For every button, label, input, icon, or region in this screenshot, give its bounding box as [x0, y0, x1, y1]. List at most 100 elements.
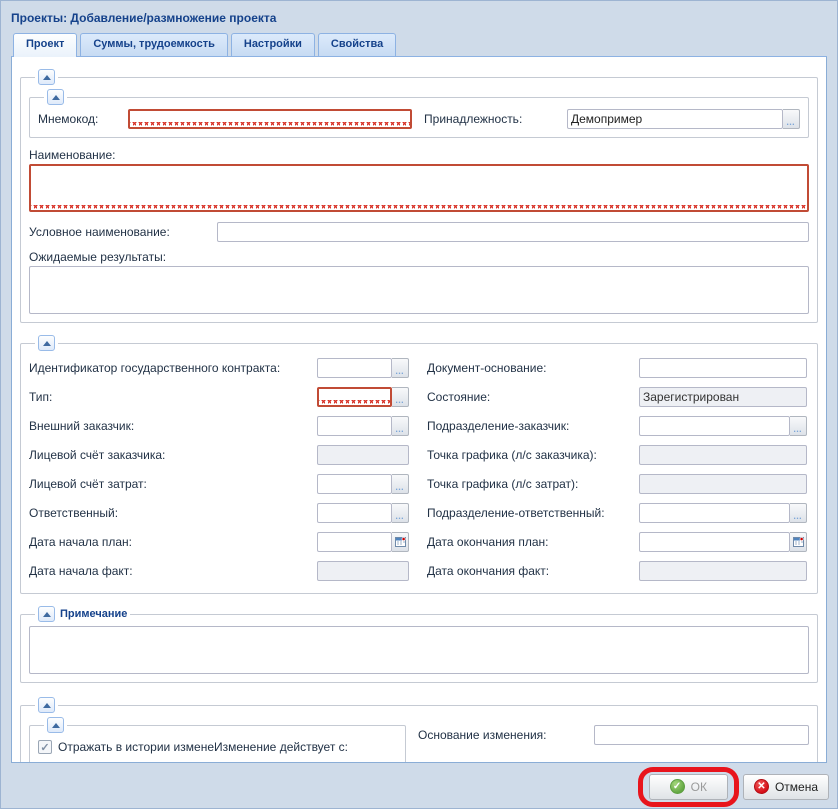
field-input[interactable]	[317, 561, 409, 581]
details-row: Дата начала план: Дата окончания план:	[29, 527, 809, 556]
field-input[interactable]	[639, 416, 790, 436]
expected-results-label: Ожидаемые результаты:	[29, 250, 809, 264]
details-row: Идентификатор государственного контракта…	[29, 353, 809, 382]
collapse-toggle-icon[interactable]	[38, 69, 55, 85]
field-box	[317, 532, 409, 552]
details-row: Ответственный: … Подразделение-ответственн…	[29, 498, 809, 527]
cancel-button-label: Отмена	[775, 780, 818, 794]
field-box	[639, 445, 807, 465]
field-box: …	[639, 416, 807, 436]
belonging-label: Принадлежность:	[424, 112, 567, 126]
lookup-trigger-icon[interactable]: …	[392, 503, 409, 523]
field-input[interactable]	[317, 358, 392, 378]
name-label: Наименование:	[29, 148, 809, 162]
field-label: Подразделение-заказчик:	[427, 419, 639, 433]
field-input[interactable]	[639, 561, 807, 581]
effective-date-label: Изменение действует с:	[214, 740, 348, 754]
field-box	[317, 445, 409, 465]
lookup-trigger-icon[interactable]: …	[392, 387, 409, 407]
details-grid: Идентификатор государственного контракта…	[29, 353, 809, 585]
field-input[interactable]	[317, 387, 392, 407]
field-input[interactable]	[317, 416, 392, 436]
lookup-trigger-icon[interactable]: …	[392, 416, 409, 436]
history-checkbox-label: Отражать в истории измене	[58, 740, 214, 754]
belonging-input[interactable]	[567, 109, 783, 129]
field-label: Тип:	[29, 390, 317, 404]
tab-project[interactable]: Проект	[13, 33, 77, 57]
field-label: Дата начала план:	[29, 535, 317, 549]
collapse-toggle-icon[interactable]	[38, 335, 55, 351]
history-checkbox[interactable]: ✓	[38, 740, 52, 754]
history-inner-fieldset: ✓ Отражать в истории измене Изменение де…	[29, 717, 406, 763]
tab-sums[interactable]: Суммы, трудоемкость	[80, 33, 228, 56]
field-box: …	[639, 503, 807, 523]
tab-settings[interactable]: Настройки	[231, 33, 315, 56]
details-row: Лицевой счёт заказчика: Точка графика (л/…	[29, 440, 809, 469]
field-box	[639, 358, 807, 378]
field-input[interactable]	[639, 474, 807, 494]
cancel-x-icon: ✕	[754, 779, 769, 794]
field-box: …	[317, 503, 409, 523]
date-trigger-icon[interactable]	[790, 532, 807, 552]
field-label: Документ-основание:	[427, 361, 639, 375]
change-reason-input[interactable]	[594, 725, 809, 745]
collapse-toggle-icon[interactable]	[38, 697, 55, 713]
field-input[interactable]	[317, 532, 392, 552]
field-label: Ответственный:	[29, 506, 317, 520]
mnemo-fieldset: Мнемокод: Принадлежность: …	[29, 89, 809, 138]
field-label: Точка графика (л/с заказчика):	[427, 448, 639, 462]
history-fieldset: ✓ Отражать в истории измене Изменение де…	[20, 697, 818, 763]
field-input[interactable]	[639, 445, 807, 465]
field-label: Подразделение-ответственный:	[427, 506, 639, 520]
details-row: Внешний заказчик: … Подразделение-заказчик…	[29, 411, 809, 440]
field-label: Лицевой счёт заказчика:	[29, 448, 317, 462]
field-input[interactable]	[317, 474, 392, 494]
field-box	[317, 561, 409, 581]
tab-strip: Проект Суммы, трудоемкость Настройки Сво…	[11, 31, 827, 57]
calendar-icon	[395, 536, 406, 547]
lookup-trigger-icon[interactable]: …	[783, 109, 800, 129]
footer-bar: ✓ ОК ✕ Отмена	[1, 765, 837, 808]
note-fieldset: Примечание	[20, 606, 818, 683]
field-input[interactable]	[639, 358, 807, 378]
field-input[interactable]	[317, 445, 409, 465]
field-input[interactable]	[639, 503, 790, 523]
expected-results-textarea[interactable]	[29, 266, 809, 314]
lookup-trigger-icon[interactable]: …	[790, 503, 807, 523]
ok-button-label: ОК	[691, 780, 707, 794]
tab-properties[interactable]: Свойства	[318, 33, 396, 56]
field-label: Внешний заказчик:	[29, 419, 317, 433]
field-label: Идентификатор государственного контракта…	[29, 361, 317, 375]
field-label: Дата окончания факт:	[427, 564, 639, 578]
title-bar: Проекты: Добавление/размножение проекта	[1, 1, 837, 31]
details-row: Дата начала факт:Дата окончания факт:	[29, 556, 809, 585]
field-input[interactable]	[639, 387, 807, 407]
ok-button[interactable]: ✓ ОК	[649, 774, 728, 800]
lookup-trigger-icon[interactable]: …	[392, 474, 409, 494]
field-box	[639, 474, 807, 494]
general-fieldset: Мнемокод: Принадлежность: … Наименование…	[20, 69, 818, 323]
lookup-trigger-icon[interactable]: …	[790, 416, 807, 436]
field-label: Точка графика (л/с затрат):	[427, 477, 639, 491]
conditional-name-input[interactable]	[217, 222, 809, 242]
field-input[interactable]	[639, 532, 790, 552]
details-row: Лицевой счёт затрат:…Точка графика (л/с …	[29, 469, 809, 498]
field-box	[639, 387, 807, 407]
note-textarea[interactable]	[29, 626, 809, 674]
calendar-icon	[793, 536, 804, 547]
field-input[interactable]	[317, 503, 392, 523]
field-box: …	[317, 416, 409, 436]
field-label: Дата окончания план:	[427, 535, 639, 549]
cancel-button[interactable]: ✕ Отмена	[743, 774, 829, 800]
date-trigger-icon[interactable]	[392, 532, 409, 552]
collapse-toggle-icon[interactable]	[38, 606, 55, 622]
details-row: Тип: … Состояние:	[29, 382, 809, 411]
field-box: …	[317, 387, 409, 407]
name-textarea[interactable]	[29, 164, 809, 212]
ok-check-icon: ✓	[670, 779, 685, 794]
mnemo-input[interactable]	[128, 109, 412, 129]
collapse-toggle-icon[interactable]	[47, 89, 64, 105]
collapse-toggle-icon[interactable]	[47, 717, 64, 733]
field-label: Состояние:	[427, 390, 639, 404]
lookup-trigger-icon[interactable]: …	[392, 358, 409, 378]
